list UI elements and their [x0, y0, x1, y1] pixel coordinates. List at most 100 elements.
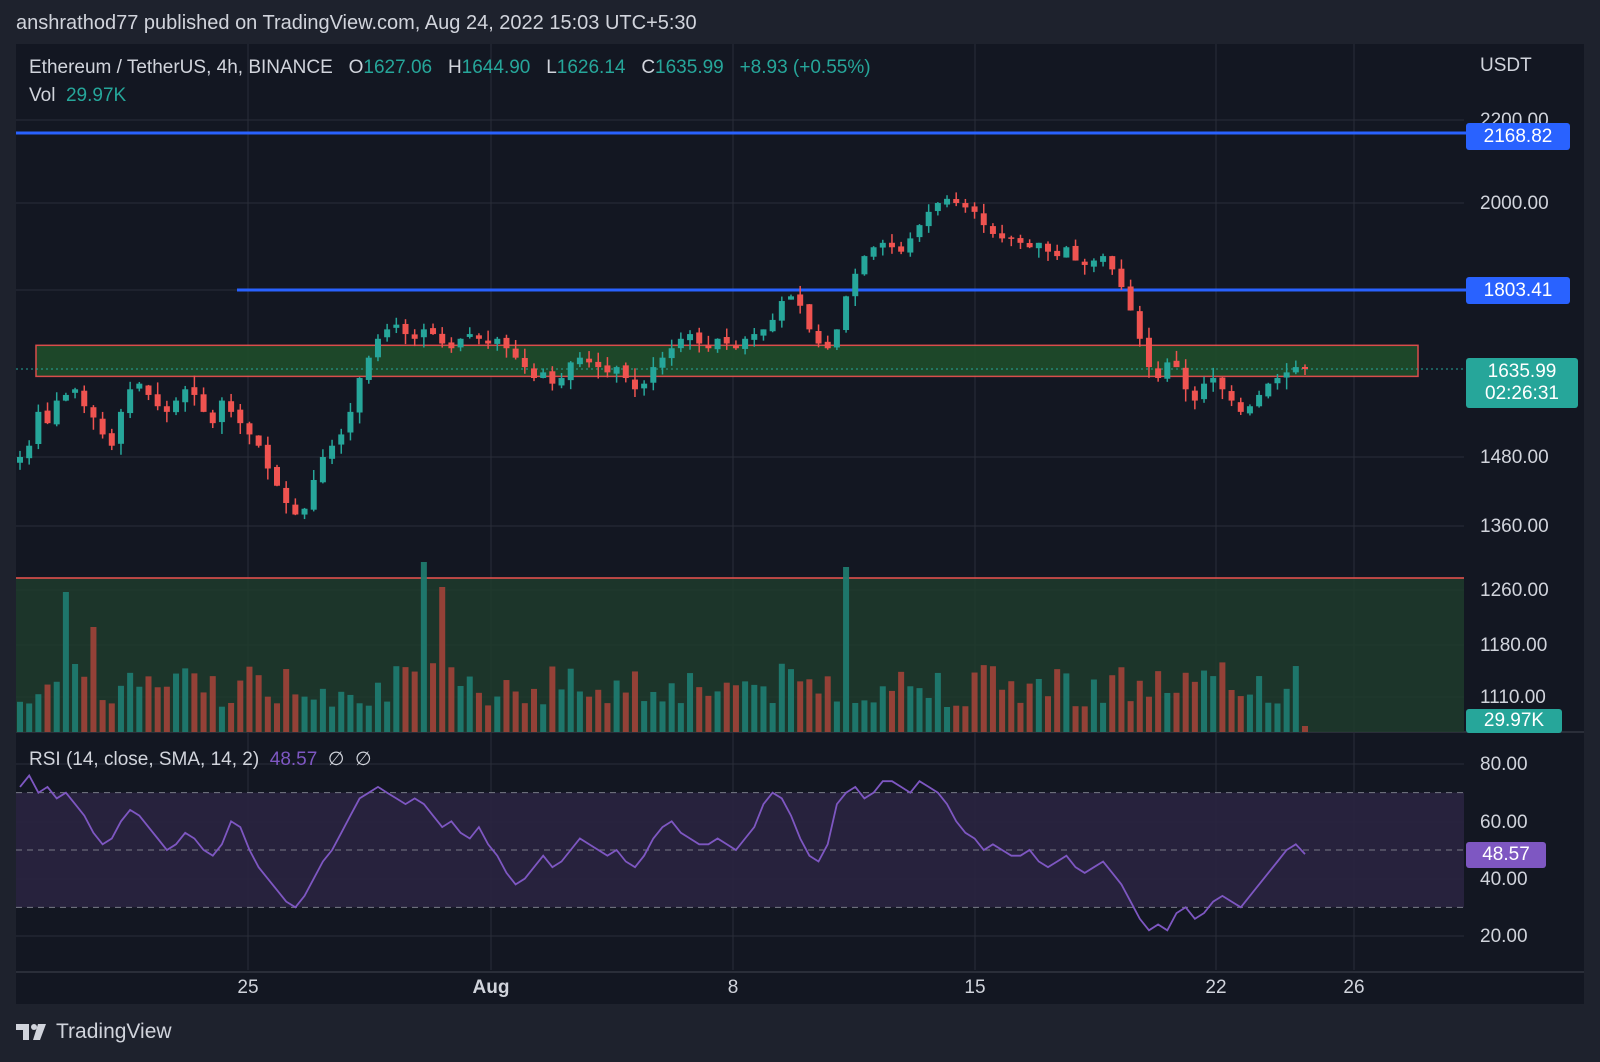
volume-bar — [191, 673, 198, 732]
volume-bar — [1283, 688, 1290, 732]
volume-bar — [870, 702, 877, 732]
candle-body — [742, 338, 749, 349]
rsi-tick-label: 80.00 — [1480, 754, 1528, 775]
volume-bar — [576, 691, 583, 732]
tradingview-snapshot: anshrathod77 published on TradingView.co… — [0, 0, 1600, 1062]
volume-bar — [650, 691, 657, 732]
candle-body — [531, 368, 537, 379]
candle-body — [512, 348, 519, 358]
candle-body — [833, 329, 840, 348]
volume-bar — [1063, 673, 1070, 732]
candle-body — [1109, 256, 1116, 270]
candle-body — [696, 332, 703, 344]
candle-body — [595, 361, 602, 368]
volume-bar — [127, 672, 134, 732]
candle-body — [319, 457, 326, 483]
candle-body — [329, 445, 336, 459]
volume-bar — [108, 703, 115, 732]
time-tick-label: 22 — [1205, 977, 1226, 998]
volume-bar — [430, 663, 437, 732]
candle-body — [540, 372, 547, 378]
volume-bar — [1265, 702, 1272, 732]
candle-body — [586, 358, 593, 363]
candle-body — [521, 357, 528, 368]
volume-bar — [292, 694, 299, 732]
rsi-hide-icon[interactable]: ∅ — [328, 749, 345, 770]
candle-body — [494, 338, 501, 344]
volume-bar — [879, 686, 886, 732]
candle-body — [1219, 377, 1226, 390]
rsi-value: 48.57 — [269, 749, 318, 770]
resistance-mid-tag: 1803.41 — [1466, 277, 1570, 304]
candle-body — [237, 409, 244, 424]
rsi-settings-icon[interactable]: ∅ — [355, 749, 372, 770]
volume-bar — [81, 676, 88, 732]
candle-body — [962, 203, 969, 208]
candle-body — [154, 394, 161, 407]
close-label: C — [641, 57, 656, 78]
volume-bar — [62, 592, 69, 732]
volume-bar — [338, 691, 345, 732]
candle-body — [503, 337, 510, 349]
price-unit: USDT — [1480, 55, 1532, 76]
volume-bar — [475, 692, 482, 732]
candle-body — [934, 203, 941, 212]
candle-body — [1100, 256, 1107, 262]
rsi-tag: 48.57 — [1466, 842, 1546, 868]
candle-body — [384, 329, 391, 338]
candle-body — [439, 333, 446, 344]
volume-bar — [1237, 696, 1244, 732]
volume-tag: 29.97K — [1466, 709, 1562, 733]
volume-bar — [769, 703, 776, 732]
volume-bar — [26, 703, 33, 732]
volume-bar — [411, 671, 418, 732]
volume-bar — [824, 676, 831, 732]
footer-brand[interactable]: TradingView — [16, 1020, 172, 1044]
volume-bar — [512, 691, 519, 732]
volume-bar — [329, 706, 336, 732]
volume-bar — [53, 681, 60, 732]
candle-body — [852, 273, 859, 297]
volume-bar — [668, 683, 675, 732]
candle-body — [1136, 311, 1143, 339]
candle-body — [182, 389, 189, 403]
rsi-legend: RSI (14, close, SMA, 14, 2) 48.57 ∅ ∅ — [29, 748, 372, 771]
volume-bar — [788, 669, 794, 732]
volume-bar — [384, 701, 391, 732]
candle-body — [274, 466, 280, 486]
volume-bar — [898, 671, 905, 732]
candle-body — [173, 400, 180, 413]
candle-body — [980, 213, 987, 226]
candle-body — [1173, 360, 1180, 368]
candle-body — [1274, 378, 1281, 384]
volume-bar — [916, 688, 923, 732]
candle-body — [576, 357, 583, 365]
price-tick-label: 1260.00 — [1480, 580, 1549, 601]
volume-bar — [246, 666, 253, 732]
volume-bar — [806, 679, 813, 732]
candle-body — [72, 389, 79, 393]
volume-bar — [1045, 696, 1051, 732]
candle-body — [687, 334, 694, 341]
candle-body — [283, 487, 290, 503]
volume-bar — [72, 663, 79, 732]
high-label: H — [447, 57, 462, 78]
candle-body — [430, 328, 437, 335]
candle-body — [659, 357, 666, 368]
candle-body — [1081, 261, 1088, 265]
time-tick-label: Aug — [473, 977, 510, 998]
volume-bar — [163, 686, 170, 732]
candle-body — [778, 301, 785, 321]
candle-body — [1265, 383, 1272, 397]
rsi-tick-label: 20.00 — [1480, 926, 1528, 947]
volume-legend: Vol 29.97K — [29, 85, 126, 107]
chart-canvas[interactable]: 2200.002000.001480.001360.001260.001180.… — [0, 0, 1600, 1062]
volume-bar — [953, 705, 960, 732]
candle-body — [925, 211, 932, 227]
candle-body — [1026, 243, 1033, 248]
candle-body — [301, 508, 308, 515]
high-value: 1644.90 — [461, 57, 531, 78]
candle-body — [448, 342, 455, 349]
volume-bar — [1292, 666, 1299, 732]
candle-body — [475, 335, 482, 339]
